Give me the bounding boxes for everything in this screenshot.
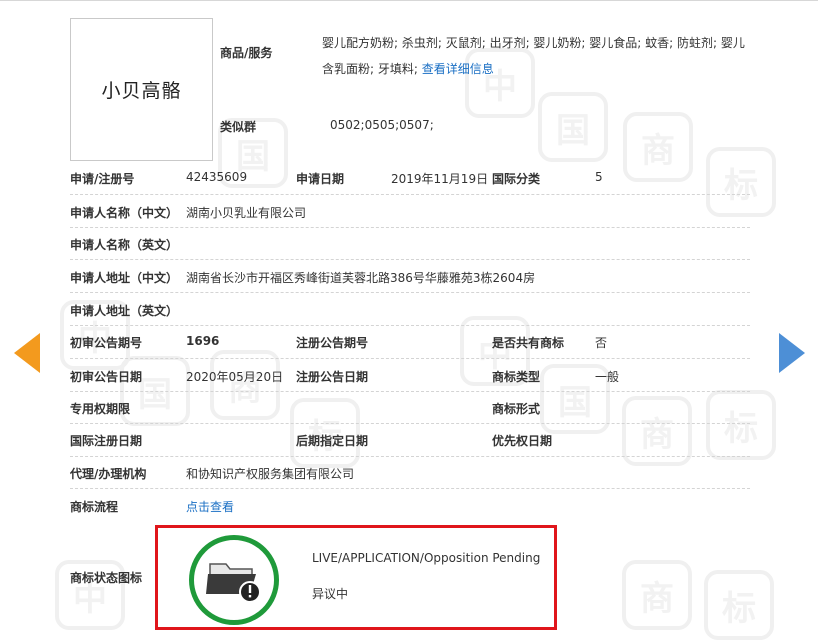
row-divider [70, 358, 750, 359]
watermark-tile: 商 [210, 350, 280, 420]
reg-issue-label: 注册公告期号 [296, 336, 369, 350]
priority-label: 优先权日期 [492, 434, 553, 448]
tm-type-value: 一般 [595, 370, 620, 384]
reg-date-label: 注册公告日期 [296, 370, 369, 384]
goods-label: 商品/服务 [220, 46, 273, 60]
watermark-tile: 商 [623, 112, 693, 182]
row-divider [70, 456, 750, 457]
goods-list: 婴儿配方奶粉; 杀虫剂; 灭鼠剂; 出牙剂; 婴儿奶粉; 婴儿食品; 蚊香; 防… [322, 30, 750, 82]
row-divider [70, 194, 750, 195]
intl-reg-label: 国际注册日期 [70, 434, 143, 448]
top-divider [0, 0, 818, 1]
address-en-label: 申请人地址（英文） [70, 304, 179, 318]
tm-form-label: 商标形式 [492, 402, 541, 416]
status-icon-label: 商标状态图标 [70, 571, 143, 585]
goods-detail-link[interactable]: 查看详细信息 [422, 62, 494, 76]
status-highlight-box: LIVE/APPLICATION/Opposition Pending 异议中 [155, 525, 557, 630]
row-divider [70, 227, 750, 228]
reg-no-value: 42435609 [186, 170, 248, 184]
prelim-issue-value: 1696 [186, 334, 220, 348]
folder-warning-icon [206, 563, 261, 603]
status-ring [189, 535, 279, 625]
apply-date-label: 申请日期 [296, 172, 345, 186]
later-date-label: 后期指定日期 [296, 434, 369, 448]
prelim-date-label: 初审公告日期 [70, 370, 143, 384]
address-cn-label: 申请人地址（中文） [70, 271, 179, 285]
row-divider [70, 423, 750, 424]
applicant-cn-value: 湖南小贝乳业有限公司 [186, 206, 307, 220]
watermark-tile: 标 [706, 390, 776, 460]
trademark-image: 小贝高骼 [70, 18, 213, 161]
address-cn-value: 湖南省长沙市开福区秀峰街道芙蓉北路386号华藤雅苑3栋2604房 [186, 271, 536, 285]
trademark-name: 小贝高骼 [101, 80, 182, 102]
row-divider [70, 391, 750, 392]
similar-group-value: 0502;0505;0507; [330, 118, 434, 132]
next-arrow-icon[interactable] [779, 333, 805, 373]
watermark-tile: 国 [538, 92, 608, 162]
prelim-issue-label: 初审公告期号 [70, 336, 143, 350]
intl-class-value: 5 [595, 170, 603, 184]
applicant-en-label: 申请人名称（英文） [70, 238, 179, 252]
similar-group-label: 类似群 [220, 120, 257, 134]
status-cn: 异议中 [312, 587, 349, 601]
flow-label: 商标流程 [70, 500, 119, 514]
applicant-cn-label: 申请人名称（中文） [70, 206, 179, 220]
row-divider [70, 325, 750, 326]
shared-value: 否 [595, 336, 608, 350]
tm-type-label: 商标类型 [492, 370, 541, 384]
intl-class-label: 国际分类 [492, 172, 541, 186]
agent-label: 代理/办理机构 [70, 467, 147, 481]
apply-date-value: 2019年11月19日 [391, 172, 489, 186]
reg-no-label: 申请/注册号 [70, 172, 135, 186]
watermark-tile: 商 [622, 560, 692, 630]
status-en: LIVE/APPLICATION/Opposition Pending [312, 551, 541, 565]
row-divider [70, 259, 750, 260]
row-divider [70, 292, 750, 293]
prelim-date-value: 2020年05月20日 [186, 370, 284, 384]
flow-link[interactable]: 点击查看 [186, 498, 234, 515]
agent-value: 和协知识产权服务集团有限公司 [186, 467, 355, 481]
watermark-tile: 标 [704, 570, 774, 640]
watermark-tile: 标 [706, 147, 776, 217]
goods-text: 婴儿配方奶粉; 杀虫剂; 灭鼠剂; 出牙剂; 婴儿奶粉; 婴儿食品; 蚊香; 防… [322, 36, 745, 76]
row-divider [70, 488, 750, 489]
shared-label: 是否共有商标 [492, 336, 565, 350]
exclusive-label: 专用权期限 [70, 402, 131, 416]
prev-arrow-icon[interactable] [14, 333, 40, 373]
